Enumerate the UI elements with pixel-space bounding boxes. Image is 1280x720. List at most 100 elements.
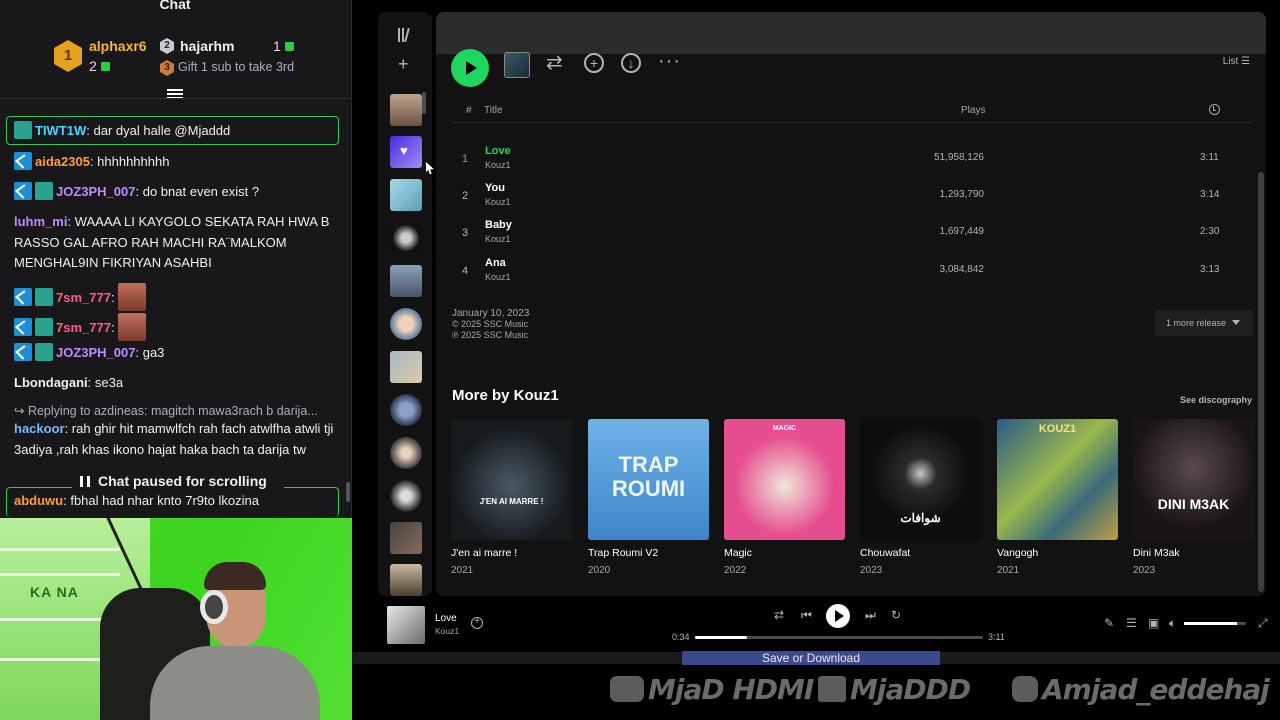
library-item[interactable] (390, 179, 422, 211)
lyrics-icon[interactable]: ✎ (1104, 616, 1114, 630)
liked-songs-item[interactable]: ♥ (390, 136, 422, 168)
save-download-button[interactable]: Save or Download (682, 651, 940, 665)
progress-bar[interactable] (695, 636, 983, 639)
track-title[interactable]: You (485, 182, 505, 194)
repeat-icon[interactable]: ↻ (891, 608, 901, 622)
library-item[interactable] (390, 222, 422, 254)
chat-username[interactable]: JOZ3PH_007 (56, 345, 136, 360)
queue-icon[interactable]: ☰ (1126, 616, 1137, 630)
album-card[interactable]: J'EN AI MARRE ! J'en ai marre ! 2021 (451, 419, 572, 576)
add-to-liked-icon[interactable]: + (471, 617, 483, 629)
track-artist[interactable]: Kouz1 (485, 272, 511, 282)
track-artist[interactable]: Kouz1 (485, 160, 511, 170)
now-playing-title[interactable]: Love (435, 613, 457, 624)
chat-username[interactable]: abduwu (14, 493, 63, 508)
divider (0, 98, 350, 99)
album-card[interactable]: TRAP ROUMI Trap Roumi V2 2020 (588, 419, 709, 576)
library-item[interactable] (390, 564, 422, 596)
track-title[interactable]: Ana (485, 257, 506, 269)
library-item[interactable] (390, 437, 422, 469)
track-plays: 51,958,126 (933, 152, 984, 163)
leader-2-name[interactable]: hajarhm (180, 38, 234, 54)
previous-icon[interactable]: ⏮ (801, 608, 812, 623)
shuffle-icon[interactable]: ⇄ (546, 52, 563, 74)
chat-scrollbar[interactable] (346, 482, 350, 502)
view-toggle[interactable]: List ☰ (1223, 56, 1250, 67)
chat-username[interactable]: aida2305 (35, 154, 90, 169)
see-discography-link[interactable]: See discography (1180, 395, 1252, 405)
download-icon[interactable]: ↓ (621, 53, 641, 73)
chat-username[interactable]: JOZ3PH_007 (56, 184, 136, 199)
volume-slider[interactable] (1184, 622, 1246, 625)
stream-frame: Chat 1 alphaxr6 2 2 hajarhm 1 3 Gift 1 s… (0, 0, 1280, 720)
leader-2-count: 1 (273, 38, 294, 54)
now-playing-cover[interactable] (387, 606, 425, 644)
kick-watermark: MjaDDD (818, 673, 971, 706)
track-title[interactable]: Baby (485, 219, 512, 231)
chat-username[interactable]: 7sm_777 (56, 290, 111, 305)
library-item[interactable] (390, 94, 422, 126)
youtube-icon (610, 676, 644, 702)
more-options-icon[interactable]: ··· (658, 50, 681, 72)
more-releases-dropdown[interactable]: 1 more release (1155, 310, 1253, 336)
album-year: 2023 (1133, 565, 1156, 576)
chat-text: : se3a (87, 375, 124, 390)
track-artist[interactable]: Kouz1 (485, 197, 511, 207)
connect-device-icon[interactable]: ▣ (1148, 616, 1159, 630)
album-cover-thumb[interactable] (504, 52, 530, 78)
track-row[interactable]: 3 Baby Kouz1 1,697,449 2:30 (452, 217, 1252, 253)
leader-1-name[interactable]: alphaxr6 (89, 38, 147, 54)
library-item[interactable] (390, 351, 422, 383)
album-name[interactable]: Trap Roumi V2 (588, 547, 709, 559)
library-item[interactable] (390, 308, 422, 340)
chat-paused-banner[interactable]: Chat paused for scrolling (72, 469, 284, 493)
rank-3-badge: 3 (160, 60, 174, 76)
gift-sub-prompt[interactable]: Gift 1 sub to take 3rd (178, 60, 294, 74)
chat-text: : (110, 290, 115, 305)
album-name[interactable]: Dini M3ak (1133, 547, 1254, 559)
plus-icon[interactable]: + (398, 55, 409, 73)
chat-username[interactable]: hackoor (14, 421, 65, 436)
chat-username[interactable]: 7sm_777 (56, 320, 111, 335)
track-artist[interactable]: Kouz1 (485, 234, 511, 244)
cover-text: MAGIC (772, 425, 797, 432)
collapse-leaderboard-icon[interactable] (167, 89, 183, 103)
chat-username[interactable]: luhm_mi (14, 214, 67, 229)
library-item[interactable] (390, 265, 422, 297)
track-duration: 2:30 (1200, 226, 1220, 237)
play-button[interactable] (451, 49, 489, 87)
library-item[interactable] (390, 522, 422, 554)
album-name[interactable]: Magic (724, 547, 845, 559)
album-card[interactable]: شوافات Chouwafat 2023 (860, 419, 981, 576)
more-releases-label: 1 more release (1166, 318, 1227, 328)
play-pause-button[interactable] (826, 604, 850, 628)
shuffle-icon[interactable]: ⇄ (774, 608, 784, 622)
chat-message: JOZ3PH_007: do bnat even exist ? (14, 182, 340, 203)
main-scrollbar[interactable] (1258, 172, 1264, 592)
volume-icon[interactable]: 🔈︎ (1169, 616, 1176, 631)
prime-badge-icon (14, 288, 32, 306)
add-to-library-icon[interactable]: + (584, 53, 604, 73)
album-name[interactable]: Vangogh (997, 547, 1118, 559)
more-by-heading[interactable]: More by Kouz1 (452, 387, 559, 404)
album-card[interactable]: DINI M3AK Dini M3ak 2023 (1133, 419, 1254, 576)
next-icon[interactable]: ⏭ (865, 608, 876, 623)
now-playing-artist[interactable]: Kouz1 (435, 626, 459, 636)
chat-message: 7sm_777: (14, 283, 340, 311)
col-num: # (466, 105, 472, 116)
track-row[interactable]: 2 You Kouz1 1,293,790 3:14 (452, 180, 1252, 216)
chat-username[interactable]: Lbondagani (14, 375, 88, 390)
album-name[interactable]: J'en ai marre ! (451, 547, 572, 559)
track-title[interactable]: Love (485, 145, 511, 157)
track-row[interactable]: 4 Ana Kouz1 3,084,842 3:13 (452, 255, 1252, 291)
library-item[interactable] (390, 394, 422, 426)
album-card[interactable]: KOUZ1 Vangogh 2021 (997, 419, 1118, 576)
album-card[interactable]: MAGIC Magic 2022 (724, 419, 845, 576)
sidebar-scrollbar[interactable] (422, 92, 426, 114)
album-name[interactable]: Chouwafat (860, 547, 981, 559)
library-item[interactable] (390, 480, 422, 512)
chat-username[interactable]: TIWT1W (35, 123, 86, 138)
fullscreen-icon[interactable]: ⤢ (1258, 616, 1268, 631)
library-icon[interactable] (398, 27, 414, 43)
track-row[interactable]: 1 Love Kouz1 51,958,126 3:11 (452, 143, 1252, 179)
